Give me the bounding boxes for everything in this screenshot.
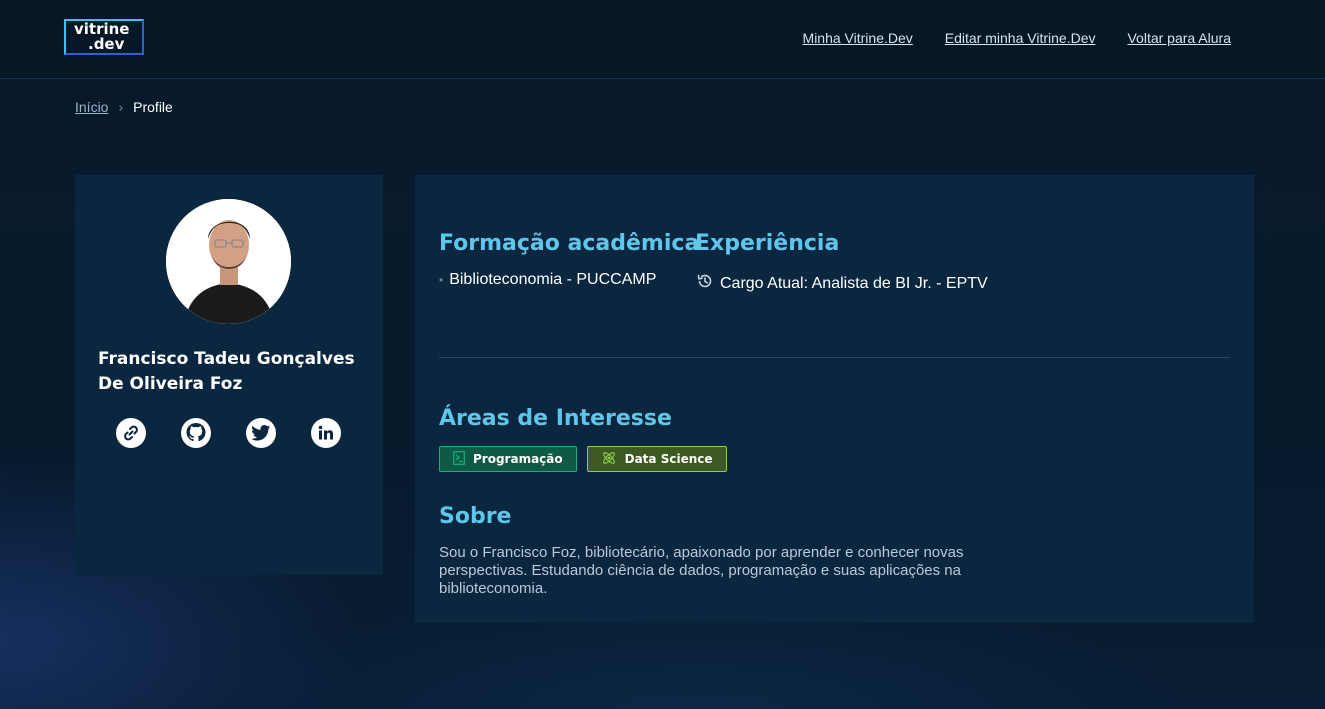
divider — [439, 357, 1230, 358]
history-icon — [696, 272, 714, 295]
interests-title: Áreas de Interesse — [439, 406, 672, 431]
tag-label: Data Science — [624, 452, 713, 466]
experience-item-label: Cargo Atual: Analista de BI Jr. - EPTV — [720, 274, 988, 292]
experience-item: Cargo Atual: Analista de BI Jr. - EPTV — [696, 272, 988, 295]
top-header: vitrine .dev Minha Vitrine.Dev Editar mi… — [0, 0, 1325, 79]
tag-programacao[interactable]: Programação — [439, 446, 577, 472]
breadcrumb-home[interactable]: Início — [75, 99, 108, 115]
vitrine-dev-logo[interactable]: vitrine .dev — [64, 19, 144, 55]
top-nav: Minha Vitrine.Dev Editar minha Vitrine.D… — [803, 30, 1231, 46]
bullet-icon: • — [439, 273, 444, 287]
social-links — [116, 418, 341, 448]
education-item-label: Biblioteconomia - PUCCAMP — [449, 271, 657, 288]
profile-card: Francisco Tadeu Gonçalves De Oliveira Fo… — [75, 175, 383, 575]
education-title: Formação acadêmica — [439, 231, 700, 256]
breadcrumb-current: Profile — [133, 99, 173, 115]
breadcrumb-separator: › — [118, 99, 124, 115]
github-icon[interactable] — [181, 418, 211, 448]
nav-editar-vitrine[interactable]: Editar minha Vitrine.Dev — [945, 30, 1096, 46]
interest-tags: Programação Data Science — [439, 446, 727, 472]
nav-minha-vitrine[interactable]: Minha Vitrine.Dev — [803, 30, 913, 46]
linkedin-icon[interactable] — [311, 418, 341, 448]
avatar — [166, 199, 291, 324]
link-icon[interactable] — [116, 418, 146, 448]
about-title: Sobre — [439, 504, 512, 529]
profile-details-card: Formação acadêmica • Biblioteconomia - P… — [415, 175, 1254, 623]
breadcrumb: Início › Profile — [75, 99, 173, 115]
education-item: • Biblioteconomia - PUCCAMP — [439, 271, 656, 289]
twitter-icon[interactable] — [246, 418, 276, 448]
experience-title: Experiência — [695, 231, 840, 256]
nav-voltar-alura[interactable]: Voltar para Alura — [1127, 30, 1231, 46]
tag-label: Programação — [473, 452, 563, 466]
atom-icon — [601, 450, 617, 469]
logo-line-2: .dev — [88, 35, 125, 53]
profile-name: Francisco Tadeu Gonçalves De Oliveira Fo… — [98, 349, 355, 394]
about-text: Sou o Francisco Foz, bibliotecário, apai… — [439, 544, 964, 597]
terminal-icon — [453, 450, 465, 468]
tag-data-science[interactable]: Data Science — [586, 446, 727, 472]
